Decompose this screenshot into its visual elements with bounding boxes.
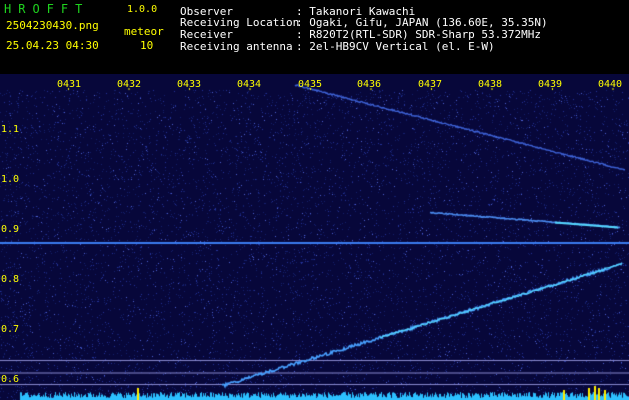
meteor-count: 10 [140, 39, 154, 52]
filename: 2504230430.png [6, 19, 99, 32]
y-tick-label: 0.8 [1, 274, 20, 285]
y-tick-label: 0.9 [1, 224, 20, 235]
spectrogram-canvas [0, 74, 629, 400]
x-tick-label: 0440 [598, 79, 623, 90]
x-tick-label: 0438 [478, 79, 503, 90]
y-tick-label: 0.7 [1, 324, 20, 335]
datetime: 25.04.23 04:30 [6, 39, 99, 52]
x-tick-label: 0431 [57, 79, 82, 90]
x-tick-label: 0433 [177, 79, 202, 90]
x-tick-label: 0435 [298, 79, 323, 90]
y-tick-label: 1.0 [1, 174, 20, 185]
x-tick-label: 0437 [418, 79, 443, 90]
x-tick-label: 0432 [117, 79, 142, 90]
y-tick-label: 0.6 [1, 374, 20, 385]
y-tick-label: 1.1 [1, 124, 20, 135]
header-panel: HROFFT 1.0.0 2504230430.png 25.04.23 04:… [0, 0, 629, 74]
antenna-label: Receiving antenna [180, 40, 293, 53]
app-name: HROFFT [4, 2, 90, 16]
x-tick-label: 0439 [538, 79, 563, 90]
antenna-value: : 2el-HB9CV Vertical (el. E-W) [296, 40, 495, 53]
x-tick-label: 0436 [357, 79, 382, 90]
meteor-label: meteor [124, 25, 164, 38]
x-tick-label: 0434 [237, 79, 262, 90]
app-version: 1.0.0 [127, 4, 158, 15]
